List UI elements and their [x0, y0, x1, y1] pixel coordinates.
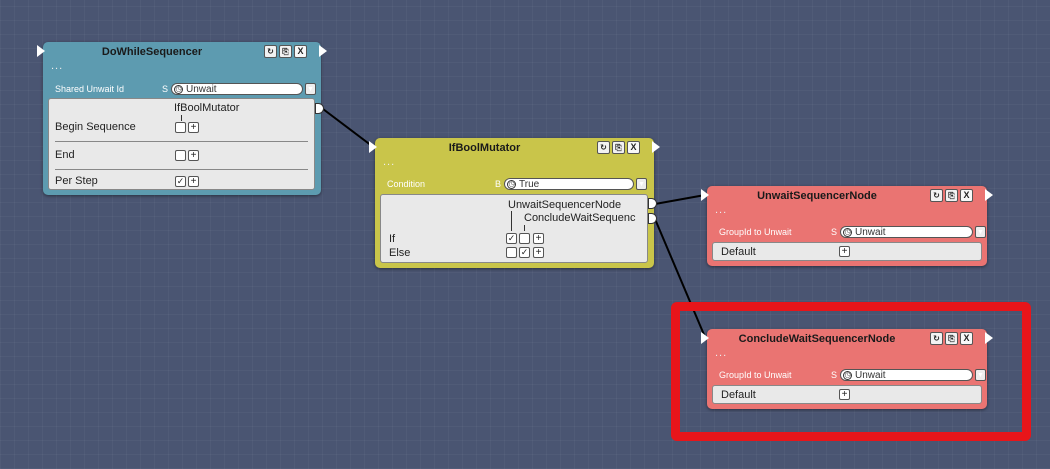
- checkbox-if-branch2[interactable]: [519, 233, 530, 244]
- outputs-panel: UnwaitSequencerNode ConcludeWaitSequenc …: [380, 194, 648, 263]
- clock-icon: ◷: [843, 228, 852, 237]
- checkbox-else-branch1[interactable]: [506, 247, 517, 258]
- row-label: Begin Sequence: [55, 121, 136, 133]
- connected-node-label: UnwaitSequencerNode: [508, 199, 622, 211]
- row-label: If: [389, 233, 396, 245]
- clock-icon: ◷: [507, 180, 516, 189]
- node-title: DoWhileSequencer: [101, 46, 203, 58]
- checkbox-per-step[interactable]: ✓: [175, 176, 186, 187]
- copy-icon[interactable]: ⎘: [612, 141, 625, 154]
- add-button[interactable]: +: [188, 122, 199, 133]
- property-value-field[interactable]: ◷ True: [504, 178, 634, 190]
- property-value: Unwait: [855, 227, 886, 238]
- output-port[interactable]: [652, 141, 660, 153]
- output-port[interactable]: [319, 45, 327, 57]
- row-label: Else: [389, 247, 411, 259]
- refresh-icon[interactable]: ↻: [264, 45, 277, 58]
- property-label: GroupId to Unwait: [719, 227, 792, 237]
- node-menu-dots[interactable]: ...: [383, 156, 395, 168]
- copy-icon[interactable]: ⎘: [279, 45, 292, 58]
- property-type: S: [831, 227, 838, 237]
- property-row: Shared Unwait Id S ◷ Unwait ▼: [51, 83, 316, 96]
- checkbox-begin-sequence[interactable]: [175, 122, 186, 133]
- chevron-down-icon[interactable]: ▼: [636, 178, 647, 190]
- add-button[interactable]: +: [188, 176, 199, 187]
- connected-node-label: ConcludeWaitSequenc: [524, 212, 636, 224]
- default-panel: Default +: [712, 242, 982, 261]
- row-label: End: [55, 149, 75, 161]
- property-value: Unwait: [186, 84, 217, 95]
- property-label: Condition: [387, 179, 426, 189]
- refresh-icon[interactable]: ↻: [597, 141, 610, 154]
- add-button[interactable]: +: [533, 233, 544, 244]
- output-port[interactable]: [985, 189, 993, 201]
- output-port-conclude[interactable]: [648, 213, 657, 224]
- node-title: UnwaitSequencerNode: [757, 190, 877, 202]
- outputs-panel: IfBoolMutator Begin Sequence + End + Per…: [48, 98, 315, 190]
- default-label: Default: [721, 246, 756, 258]
- edge-ifbool-to-unwait: [654, 194, 706, 205]
- checkbox-if-branch1[interactable]: ✓: [506, 233, 517, 244]
- close-icon[interactable]: X: [627, 141, 640, 154]
- node-menu-dots[interactable]: ...: [51, 60, 63, 72]
- row-label: Per Step: [55, 175, 98, 187]
- chevron-down-icon[interactable]: ▼: [305, 83, 316, 95]
- property-type: B: [495, 179, 502, 189]
- property-row: GroupId to Unwait S ◷ Unwait ▼: [715, 226, 986, 239]
- node-ifbool-mutator[interactable]: IfBoolMutator ↻ ⎘ X ... Condition B ◷ Tr…: [369, 138, 660, 268]
- refresh-icon[interactable]: ↻: [930, 189, 943, 202]
- property-type: S: [162, 84, 169, 94]
- checkbox-end[interactable]: [175, 150, 186, 161]
- add-button[interactable]: +: [188, 150, 199, 161]
- property-value-field[interactable]: ◷ Unwait: [171, 83, 303, 95]
- add-button[interactable]: +: [533, 247, 544, 258]
- highlight-box: [671, 302, 1031, 441]
- output-port-unwait[interactable]: [648, 198, 657, 209]
- edge-dowhile-to-ifbool: [322, 108, 373, 147]
- clock-icon: ◷: [174, 85, 183, 94]
- property-value: True: [519, 179, 540, 190]
- node-title: IfBoolMutator: [448, 142, 521, 154]
- property-row: Condition B ◷ True ▼: [383, 178, 647, 191]
- node-dowhile-sequencer[interactable]: DoWhileSequencer ↻ ⎘ X ... Shared Unwait…: [37, 42, 327, 195]
- copy-icon[interactable]: ⎘: [945, 189, 958, 202]
- close-icon[interactable]: X: [294, 45, 307, 58]
- property-value-field[interactable]: ◷ Unwait: [840, 226, 973, 238]
- connected-node-label: IfBoolMutator: [174, 102, 240, 114]
- node-menu-dots[interactable]: ...: [715, 204, 727, 216]
- checkbox-else-branch2[interactable]: ✓: [519, 247, 530, 258]
- chevron-down-icon[interactable]: ▼: [975, 226, 986, 238]
- output-port-ifbool[interactable]: [315, 103, 324, 114]
- add-button[interactable]: +: [839, 246, 850, 257]
- close-icon[interactable]: X: [960, 189, 973, 202]
- node-unwait-sequencer[interactable]: UnwaitSequencerNode ↻ ⎘ X ... GroupId to…: [701, 186, 993, 266]
- property-label: Shared Unwait Id: [55, 84, 125, 94]
